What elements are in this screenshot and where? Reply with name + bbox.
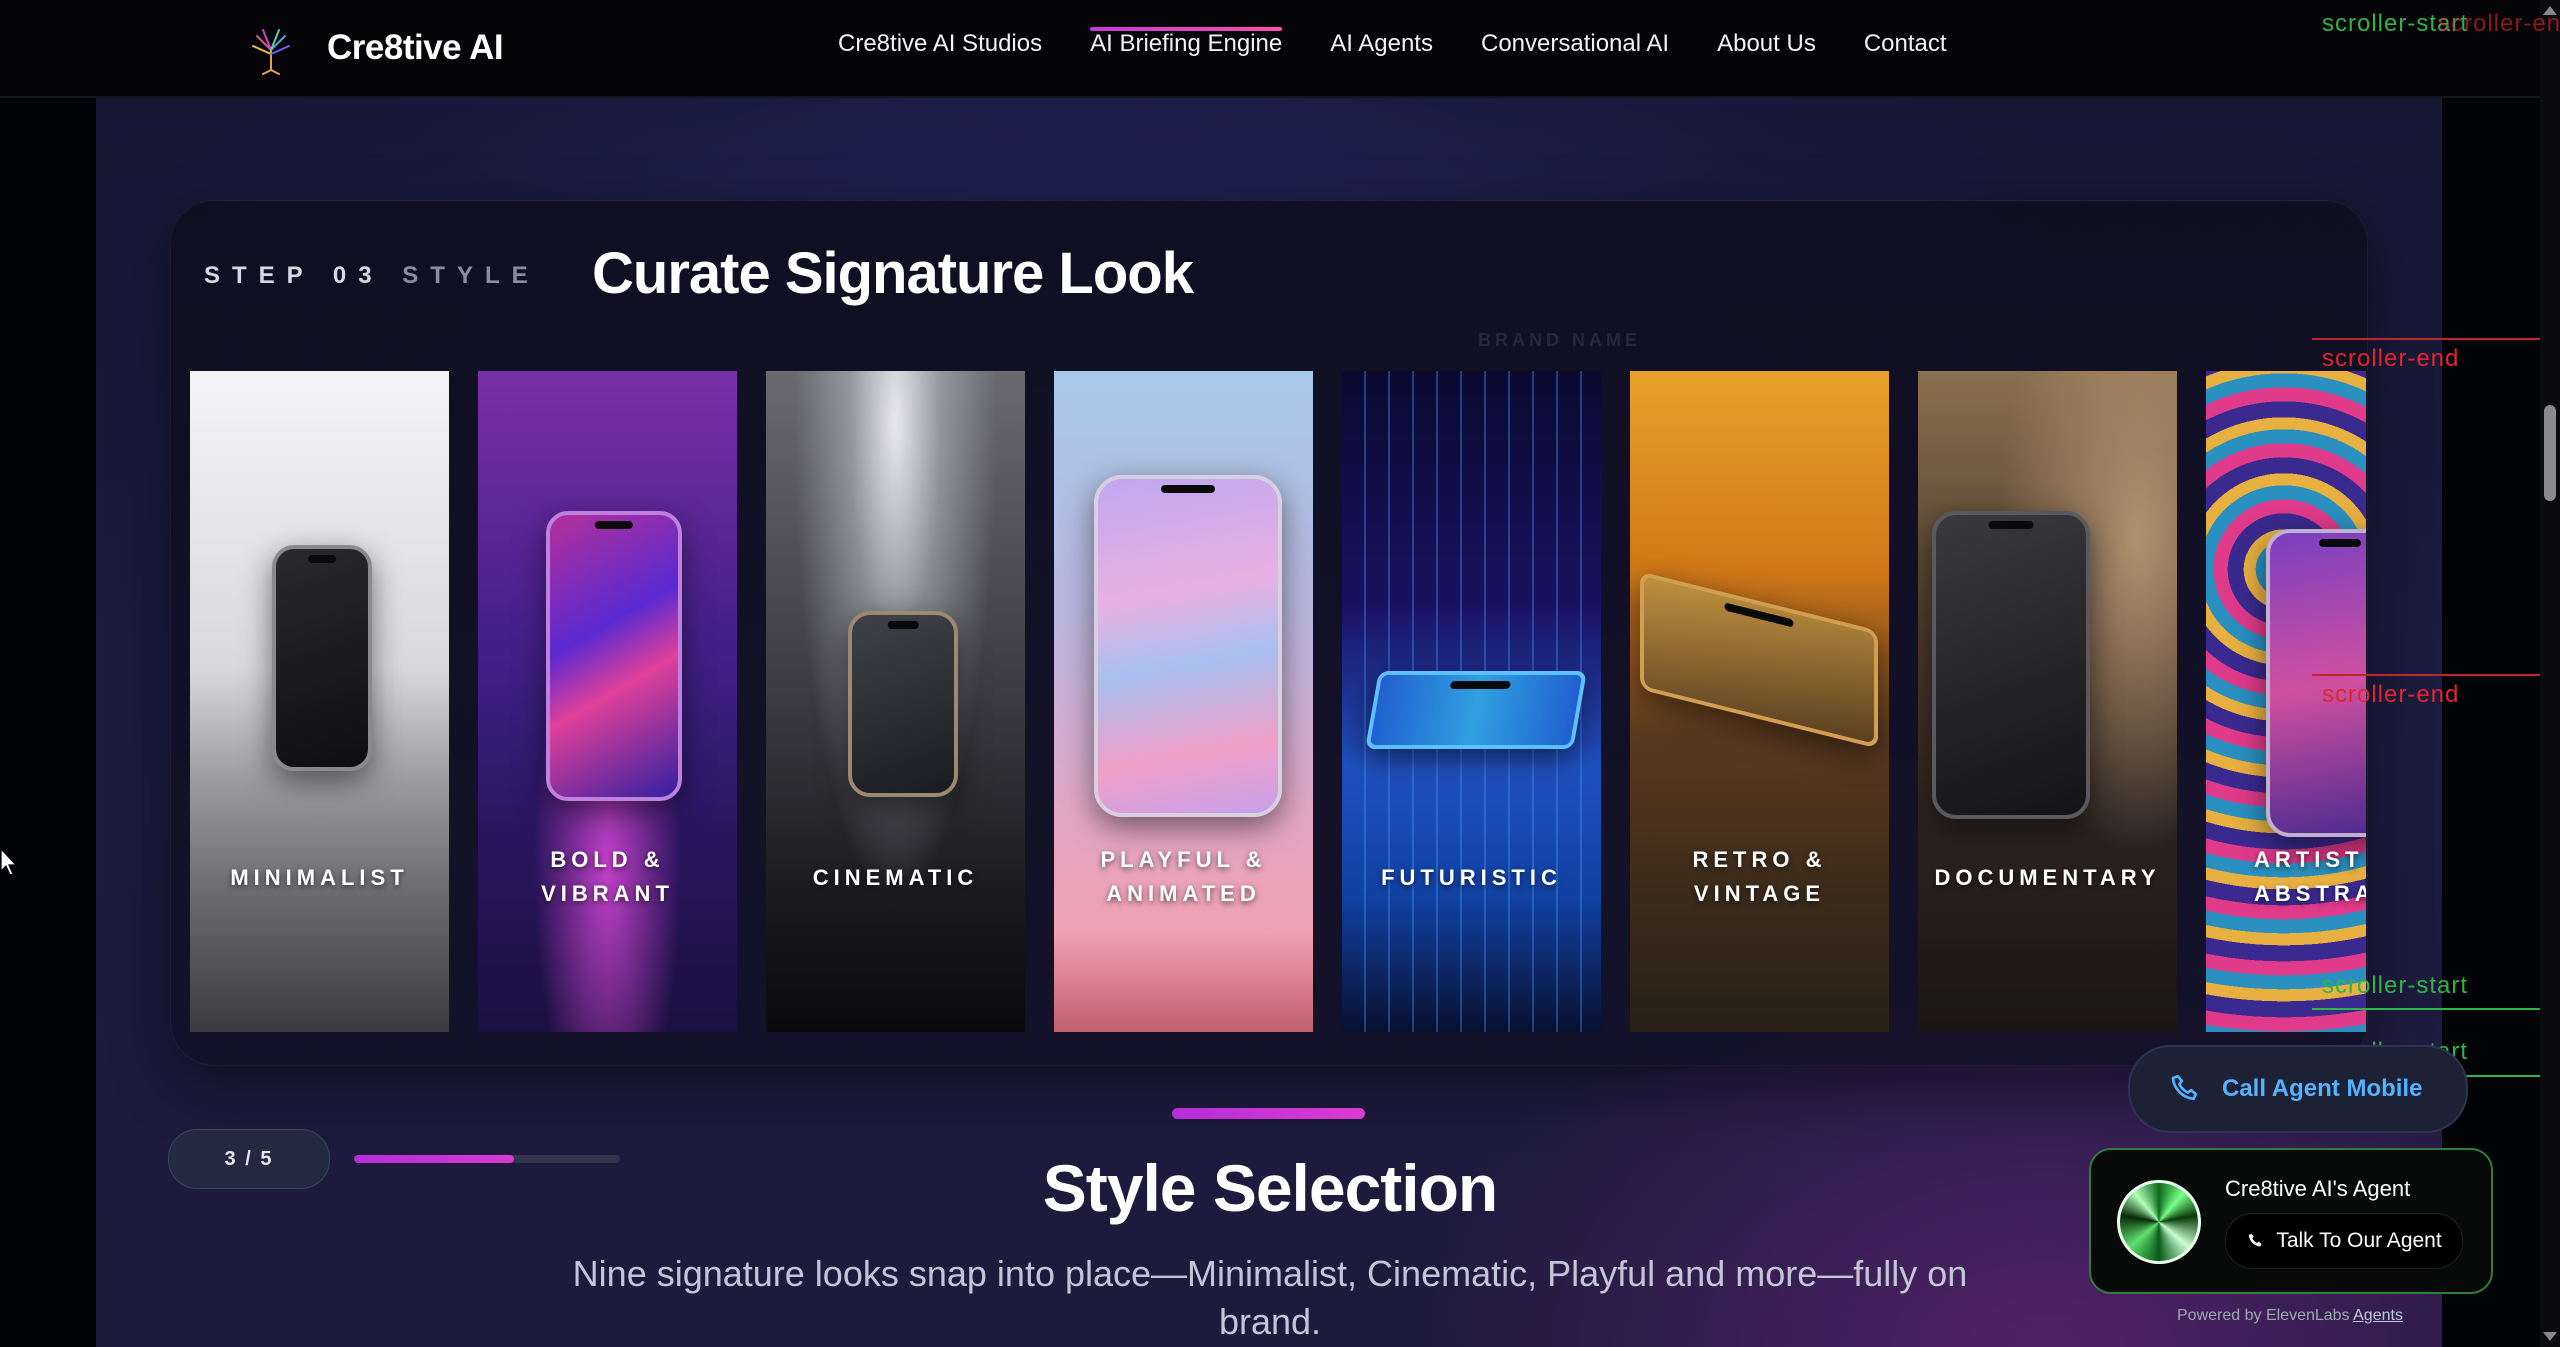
style-tile-futuristic[interactable]: FUTURISTIC (1342, 371, 1601, 1032)
phone-icon (2249, 1233, 2262, 1247)
agent-avatar-orb (2117, 1180, 2201, 1264)
style-label: FUTURISTIC (1381, 865, 1562, 890)
phone-image (546, 511, 682, 801)
brand[interactable]: Cre8tive AI (243, 20, 504, 76)
phone-image (1094, 475, 1282, 817)
mouse-cursor-icon (0, 848, 18, 876)
nav-link-conversational-ai[interactable]: Conversational AI (1481, 30, 1669, 58)
style-label: PLAYFUL & ANIMATED (1100, 847, 1267, 906)
accent-bar (1172, 1108, 1365, 1119)
style-tile-minimalist[interactable]: MINIMALIST (190, 371, 449, 1032)
style-tile-bold-vibrant[interactable]: BOLD & VIBRANT (478, 371, 737, 1032)
faint-background-text: BRAND NAME (1478, 330, 1641, 350)
brand-logo-icon (252, 29, 290, 75)
phone-image (1932, 511, 2090, 819)
style-label: BOLD & VIBRANT (541, 847, 674, 906)
style-label: CINEMATIC (812, 865, 979, 890)
phone-image (1365, 671, 1587, 749)
nav-link-ai-agents[interactable]: AI Agents (1330, 30, 1433, 58)
scroller-end-marker: scroller-end (2322, 681, 2460, 708)
style-tile-playful-animated[interactable]: PLAYFUL & ANIMATED (1054, 371, 1313, 1032)
top-navbar: Cre8tive AI Cre8tive AI Studios AI Brief… (0, 0, 2540, 98)
agent-name: Cre8tive AI's Agent (2225, 1176, 2411, 1201)
marker-line (2312, 1008, 2540, 1010)
powered-by: Powered by ElevenLabs Agents (2177, 1307, 2403, 1325)
style-tile-retro-vintage[interactable]: RETRO & VINTAGE (1630, 371, 1889, 1032)
step-name: STYLE (402, 262, 540, 289)
scroller-start-marker: scroller-start (2322, 972, 2469, 999)
nav-links: Cre8tive AI Studios AI Briefing Engine A… (838, 27, 1995, 58)
style-tile-documentary[interactable]: DOCUMENTARY (1918, 371, 2177, 1032)
scroller-end-marker: scroller-end (2438, 10, 2560, 37)
style-label: ARTIST ABSTRA (2254, 847, 2366, 906)
nav-link-briefing-engine[interactable]: AI Briefing Engine (1090, 27, 1283, 58)
phone-image (1640, 571, 1878, 749)
phone-image (272, 545, 372, 771)
nav-link-about-us[interactable]: About Us (1717, 30, 1816, 58)
step-number: STEP 03 (204, 262, 384, 289)
nav-link-studios[interactable]: Cre8tive AI Studios (838, 30, 1042, 58)
section-description: Nine signature looks snap into place—Min… (572, 1253, 1968, 1342)
phone-icon (2171, 1074, 2198, 1101)
step-label: STEP 03 STYLE (204, 262, 540, 290)
page-scrollbar[interactable] (2540, 0, 2560, 1347)
style-label: RETRO & VINTAGE (1692, 847, 1827, 906)
talk-to-agent-label: Talk To Our Agent (2276, 1229, 2442, 1252)
call-agent-mobile-button[interactable]: Call Agent Mobile (2128, 1045, 2468, 1133)
phone-image (848, 611, 958, 797)
agent-widget: Cre8tive AI's Agent Talk To Our Agent (2089, 1148, 2493, 1294)
style-label: DOCUMENTARY (1934, 865, 2161, 890)
style-tile-cinematic[interactable]: CINEMATIC (766, 371, 1025, 1032)
scroll-down-arrow-icon[interactable] (2543, 1332, 2557, 1341)
brand-name: Cre8tive AI (327, 28, 504, 67)
nav-link-contact[interactable]: Contact (1864, 30, 1947, 58)
marker-line (2312, 674, 2540, 676)
scrollbar-thumb[interactable] (2544, 405, 2556, 501)
powered-by-text: Powered by ElevenLabs (2177, 1307, 2350, 1324)
call-agent-mobile-label: Call Agent Mobile (2222, 1075, 2423, 1102)
marker-line (2312, 338, 2540, 340)
style-carousel[interactable]: MINIMALIST BOLD & VIBRANT CINEMATIC PLAY… (190, 371, 2366, 1032)
talk-to-agent-button[interactable]: Talk To Our Agent (2225, 1213, 2463, 1269)
scroller-end-marker: scroller-end (2322, 345, 2460, 372)
powered-by-agents-link[interactable]: Agents (2353, 1307, 2403, 1324)
style-label: MINIMALIST (230, 865, 409, 890)
card-title: Curate Signature Look (592, 241, 1194, 306)
